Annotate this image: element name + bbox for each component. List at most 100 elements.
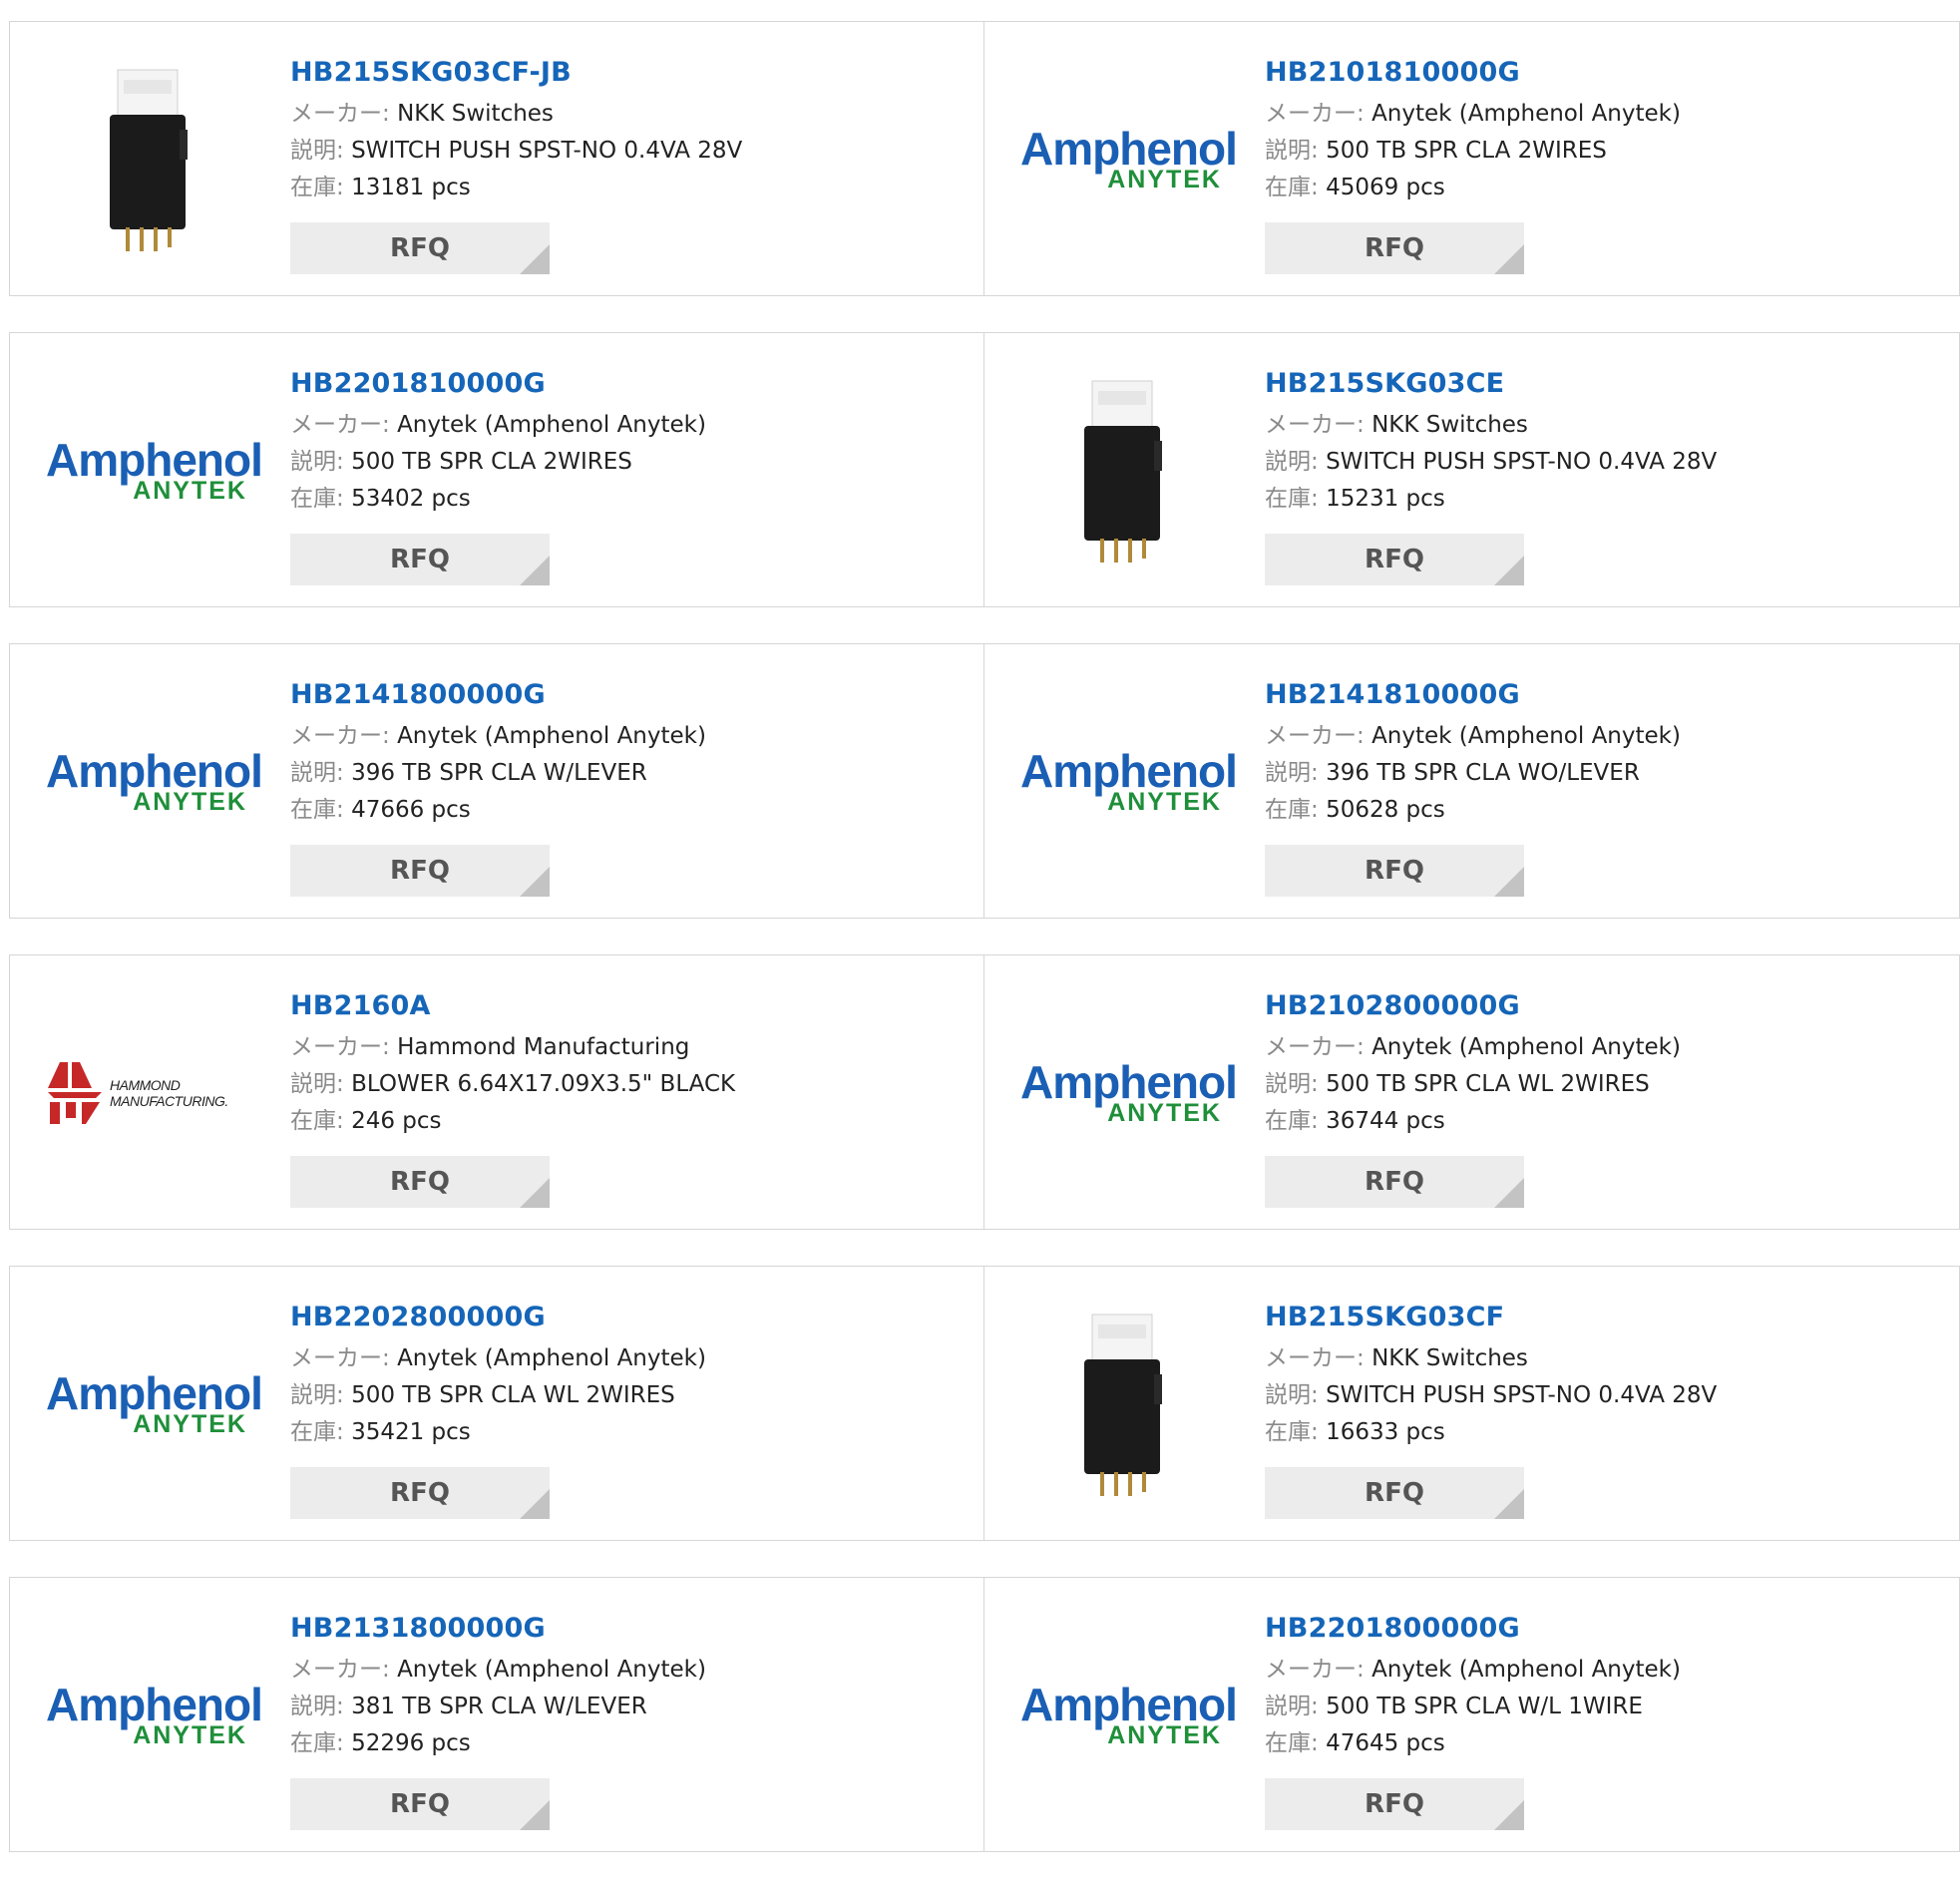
stock-line: 在庫: 45069 pcs: [1265, 170, 1939, 206]
amphenol-anytek-logo: Amphenol ANYTEK: [1020, 748, 1238, 815]
description-line: 説明: 500 TB SPR CLA 2WIRES: [1265, 133, 1939, 170]
description-line: 説明: 500 TB SPR CLA WL 2WIRES: [1265, 1066, 1939, 1103]
part-number-link[interactable]: HB215SKG03CF: [1265, 1295, 1939, 1340]
stock-line: 在庫: 16633 pcs: [1265, 1414, 1939, 1451]
product-info: HB2141800000G メーカー: Anytek (Amphenol Any…: [290, 672, 964, 829]
amphenol-anytek-logo: Amphenol ANYTEK: [1020, 1059, 1238, 1126]
push-switch-photo-icon: [110, 69, 188, 251]
maker-value: Hammond Manufacturing: [397, 1034, 690, 1060]
product-card: Amphenol ANYTEK HB2202800000G メーカー: Anyte…: [9, 1266, 984, 1541]
description-label: 説明:: [1265, 1694, 1319, 1719]
amphenol-anytek-logo: Amphenol ANYTEK: [1020, 1682, 1238, 1748]
description-value: BLOWER 6.64X17.09X3.5" BLACK: [351, 1071, 736, 1097]
description-value: SWITCH PUSH SPST-NO 0.4VA 28V: [1326, 1382, 1718, 1408]
maker-value: NKK Switches: [1372, 412, 1528, 438]
part-number-link[interactable]: HB2201810000G: [290, 361, 964, 407]
product-info: HB2101810000G メーカー: Anytek (Amphenol Any…: [1265, 50, 1939, 206]
hammond-logo: HAMMOND MANUFACTURING.: [46, 1058, 249, 1128]
part-number-link[interactable]: HB215SKG03CF-JB: [290, 50, 964, 96]
amphenol-anytek-logo: Amphenol ANYTEK: [46, 437, 263, 504]
rfq-button[interactable]: RFQ: [1265, 1156, 1524, 1208]
description-line: 説明: 500 TB SPR CLA 2WIRES: [290, 444, 964, 481]
part-number-link[interactable]: HB2141810000G: [1265, 672, 1939, 718]
product-image[interactable]: [1020, 369, 1224, 572]
stock-value: 36744 pcs: [1326, 1108, 1445, 1134]
part-number-link[interactable]: HB2131800000G: [290, 1606, 964, 1652]
product-image[interactable]: Amphenol ANYTEK: [46, 369, 263, 572]
product-image[interactable]: [46, 58, 249, 261]
stock-line: 在庫: 15231 pcs: [1265, 481, 1939, 518]
maker-label: メーカー:: [1265, 1657, 1365, 1683]
stock-label: 在庫:: [290, 1730, 344, 1756]
description-label: 説明:: [1265, 1071, 1319, 1097]
amphenol-anytek-logo: Amphenol ANYTEK: [46, 1679, 263, 1748]
description-line: 説明: 396 TB SPR CLA W/LEVER: [290, 755, 964, 792]
rfq-button[interactable]: RFQ: [1265, 1467, 1524, 1519]
part-number-link[interactable]: HB2141800000G: [290, 672, 964, 718]
stock-value: 47645 pcs: [1326, 1730, 1445, 1756]
maker-label: メーカー:: [290, 723, 390, 749]
maker-label: メーカー:: [1265, 723, 1365, 749]
stock-value: 53402 pcs: [351, 486, 471, 512]
stock-value: 47666 pcs: [351, 797, 471, 823]
product-image[interactable]: Amphenol ANYTEK: [1020, 991, 1238, 1195]
description-value: 500 TB SPR CLA WL 2WIRES: [1326, 1071, 1650, 1097]
description-label: 説明:: [290, 1071, 344, 1097]
description-label: 説明:: [290, 1382, 344, 1408]
product-image[interactable]: Amphenol ANYTEK: [46, 1303, 263, 1506]
corner-triangle-icon: [1494, 1800, 1524, 1830]
product-card: HB215SKG03CE メーカー: NKK Switches 説明: SWIT…: [984, 332, 1960, 607]
part-number-link[interactable]: HB2160A: [290, 983, 964, 1029]
product-image[interactable]: Amphenol ANYTEK: [1020, 680, 1238, 884]
rfq-button[interactable]: RFQ: [290, 1467, 550, 1519]
product-grid: HB215SKG03CF-JB メーカー: NKK Switches 説明: S…: [9, 21, 1960, 1888]
rfq-label: RFQ: [390, 545, 450, 574]
corner-triangle-icon: [520, 244, 550, 274]
maker-line: メーカー: Anytek (Amphenol Anytek): [290, 1340, 964, 1377]
logo-top-text: Amphenol: [46, 1679, 263, 1730]
stock-label: 在庫:: [1265, 1108, 1319, 1134]
description-line: 説明: BLOWER 6.64X17.09X3.5" BLACK: [290, 1066, 964, 1103]
rfq-button[interactable]: RFQ: [290, 222, 550, 274]
part-number-link[interactable]: HB215SKG03CE: [1265, 361, 1939, 407]
rfq-button[interactable]: RFQ: [290, 1778, 550, 1830]
corner-triangle-icon: [1494, 1489, 1524, 1519]
description-label: 説明:: [1265, 1382, 1319, 1408]
stock-value: 52296 pcs: [351, 1730, 471, 1756]
description-value: SWITCH PUSH SPST-NO 0.4VA 28V: [1326, 449, 1718, 475]
product-info: HB2131800000G メーカー: Anytek (Amphenol Any…: [290, 1606, 964, 1762]
part-number-link[interactable]: HB2101810000G: [1265, 50, 1939, 96]
rfq-label: RFQ: [390, 1789, 450, 1819]
rfq-label: RFQ: [390, 856, 450, 886]
maker-label: メーカー:: [290, 1034, 390, 1060]
product-image[interactable]: Amphenol ANYTEK: [1020, 58, 1238, 261]
product-image[interactable]: HAMMOND MANUFACTURING.: [46, 991, 249, 1195]
maker-value: Anytek (Amphenol Anytek): [1372, 1034, 1681, 1060]
part-number-link[interactable]: HB2102800000G: [1265, 983, 1939, 1029]
description-label: 説明:: [1265, 449, 1319, 475]
rfq-button[interactable]: RFQ: [1265, 845, 1524, 897]
description-value: 500 TB SPR CLA 2WIRES: [351, 449, 632, 475]
description-line: 説明: 500 TB SPR CLA W/L 1WIRE: [1265, 1689, 1939, 1725]
rfq-label: RFQ: [390, 1478, 450, 1508]
rfq-button[interactable]: RFQ: [1265, 222, 1524, 274]
rfq-button[interactable]: RFQ: [290, 534, 550, 585]
product-image[interactable]: Amphenol ANYTEK: [46, 680, 263, 884]
rfq-label: RFQ: [1365, 1478, 1424, 1508]
product-image[interactable]: Amphenol ANYTEK: [46, 1614, 263, 1817]
rfq-button[interactable]: RFQ: [290, 845, 550, 897]
stock-label: 在庫:: [290, 797, 344, 823]
amphenol-anytek-logo: Amphenol ANYTEK: [1020, 126, 1238, 192]
rfq-button[interactable]: RFQ: [1265, 534, 1524, 585]
product-card: Amphenol ANYTEK HB2201810000G メーカー: Anyte…: [9, 332, 984, 607]
product-image[interactable]: Amphenol ANYTEK: [1020, 1614, 1238, 1817]
product-card: HB215SKG03CF メーカー: NKK Switches 説明: SWIT…: [984, 1266, 1960, 1541]
push-switch-photo-icon: [1084, 380, 1162, 563]
part-number-link[interactable]: HB2202800000G: [290, 1295, 964, 1340]
stock-line: 在庫: 35421 pcs: [290, 1414, 964, 1451]
stock-value: 246 pcs: [351, 1108, 442, 1134]
part-number-link[interactable]: HB2201800000G: [1265, 1606, 1939, 1652]
rfq-button[interactable]: RFQ: [290, 1156, 550, 1208]
rfq-button[interactable]: RFQ: [1265, 1778, 1524, 1830]
product-image[interactable]: [1020, 1303, 1224, 1506]
